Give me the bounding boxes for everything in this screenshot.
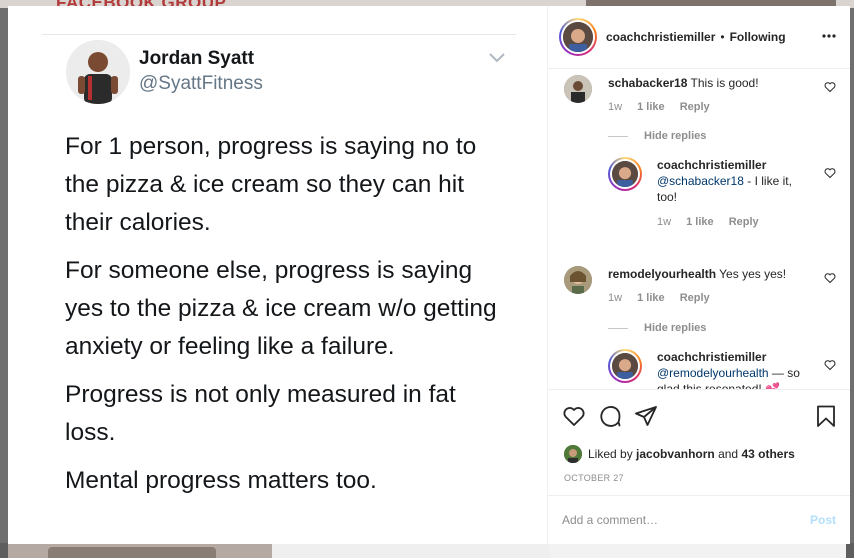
post-author-username[interactable]: coachchristiemiller <box>606 30 715 44</box>
likes-text: Liked by jacobvanhorn and 43 others <box>588 447 795 461</box>
comment-likes[interactable]: 1 like <box>637 101 665 113</box>
post-actions <box>548 389 850 445</box>
heart-icon[interactable] <box>824 81 836 93</box>
tweet-paragraph: Mental progress matters too. <box>65 467 377 494</box>
comment-username[interactable]: coachchristiemiller <box>657 350 766 364</box>
comment-body: This is good! <box>690 76 759 90</box>
bookmark-icon[interactable] <box>814 404 838 428</box>
comment-text: schabacker18 This is good! <box>608 75 808 91</box>
avatar[interactable] <box>564 445 582 463</box>
comment-text: coachchristiemiller @schabacker18 - I li… <box>657 157 807 205</box>
avatar[interactable] <box>564 75 592 103</box>
background-thumbnail[interactable] <box>550 543 846 558</box>
divider <box>608 327 628 329</box>
tweet-avatar <box>66 40 130 104</box>
post-image[interactable]: Jordan Syatt @SyattFitness For 1 person,… <box>8 6 548 544</box>
divider <box>608 135 628 137</box>
likes-and: and <box>718 447 739 461</box>
comment-username[interactable]: remodelyourhealth <box>608 267 716 281</box>
likes-others-link[interactable]: 43 others <box>741 447 794 461</box>
hide-replies-label: Hide replies <box>644 322 707 334</box>
avatar[interactable] <box>608 157 642 191</box>
hide-replies-label: Hide replies <box>644 130 707 142</box>
reply-comment: coachchristiemiller @schabacker18 - I li… <box>608 157 836 228</box>
likes-prefix: Liked by <box>588 447 633 461</box>
hide-replies-button[interactable]: Hide replies <box>608 130 706 142</box>
post-modal: Jordan Syatt @SyattFitness For 1 person,… <box>8 6 850 544</box>
comment-time[interactable]: 1w <box>608 292 622 304</box>
comment: schabacker18 This is good! 1w 1 like Rep… <box>564 75 836 115</box>
comment-meta: 1w 1 like Reply <box>657 216 771 228</box>
comment-username[interactable]: schabacker18 <box>608 76 687 90</box>
background-thumbnail[interactable] <box>272 543 550 558</box>
comment-mention[interactable]: @remodelyourhealth <box>657 366 769 380</box>
tweet-body: For 1 person, progress is saying no to t… <box>65 128 505 510</box>
comments-list[interactable]: schabacker18 This is good! 1w 1 like Rep… <box>548 69 850 389</box>
heart-icon[interactable] <box>824 359 836 371</box>
divider <box>42 34 516 35</box>
comment-input[interactable] <box>562 511 782 529</box>
tweet-paragraph: For 1 person, progress is saying no to t… <box>65 133 477 236</box>
comment-likes[interactable]: 1 like <box>637 292 665 304</box>
post-date[interactable]: OCTOBER 27 <box>548 471 850 495</box>
comment-time[interactable]: 1w <box>608 101 622 113</box>
hide-replies-button[interactable]: Hide replies <box>608 322 706 334</box>
heart-icon[interactable] <box>824 272 836 284</box>
background-thumbnail-image <box>48 547 216 558</box>
post-button[interactable]: Post <box>810 513 836 527</box>
comment-meta: 1w 1 like Reply <box>608 101 722 113</box>
avatar[interactable] <box>559 18 597 56</box>
reply-button[interactable]: Reply <box>680 101 710 113</box>
heart-icon[interactable] <box>824 167 836 179</box>
comment-likes[interactable]: 1 like <box>686 216 714 228</box>
liked-by-username[interactable]: jacobvanhorn <box>636 447 715 461</box>
comment: remodelyourhealth Yes yes yes! 1w 1 like… <box>564 266 836 306</box>
add-comment-bar: Post <box>548 495 850 544</box>
post-header: coachchristiemiller • Following <box>548 6 850 69</box>
comment-mention[interactable]: @schabacker18 <box>657 174 744 188</box>
post-side-panel: coachchristiemiller • Following schaback… <box>548 6 850 544</box>
post-date-text: OCTOBER 27 <box>564 473 624 483</box>
share-icon[interactable] <box>634 404 658 428</box>
comment-text: coachchristiemiller @remodelyourhealth —… <box>657 349 807 389</box>
reply-comment: coachchristiemiller @remodelyourhealth —… <box>608 349 836 389</box>
tweet-author-name: Jordan Syatt <box>139 48 255 69</box>
reply-button[interactable]: Reply <box>729 216 759 228</box>
comment-text: remodelyourhealth Yes yes yes! <box>608 266 808 282</box>
tweet-paragraph: For someone else, progress is saying yes… <box>65 257 497 360</box>
tweet-author-handle: @SyattFitness <box>139 73 263 94</box>
separator: • <box>720 30 725 44</box>
reply-button[interactable]: Reply <box>680 292 710 304</box>
comment-meta: 1w 1 like Reply <box>608 292 722 304</box>
more-horizontal-icon[interactable] <box>822 34 836 38</box>
avatar[interactable] <box>564 266 592 294</box>
following-button[interactable]: Following <box>730 30 786 44</box>
likes-summary: Liked by jacobvanhorn and 43 others <box>548 445 850 471</box>
comment-time[interactable]: 1w <box>657 216 671 228</box>
heart-icon[interactable] <box>562 404 586 428</box>
tweet-paragraph: Progress is not only measured in fat los… <box>65 381 456 446</box>
comment-body: Yes yes yes! <box>719 267 787 281</box>
avatar[interactable] <box>608 349 642 383</box>
chevron-down-icon <box>489 53 505 63</box>
comment-username[interactable]: coachchristiemiller <box>657 158 766 172</box>
comment-icon[interactable] <box>598 404 622 428</box>
